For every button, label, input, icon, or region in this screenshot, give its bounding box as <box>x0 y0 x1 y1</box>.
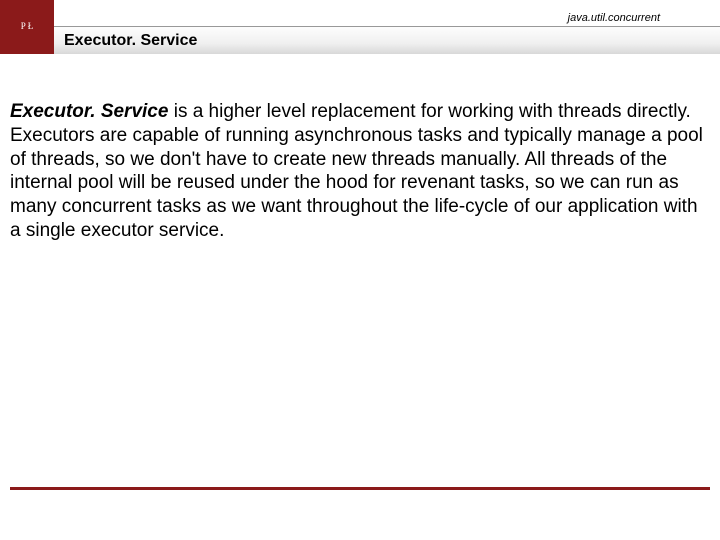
content-area: Executor. Service is a higher level repl… <box>10 100 710 243</box>
package-label: java.util.concurrent <box>568 12 660 24</box>
body-paragraph: Executor. Service is a higher level repl… <box>10 100 710 243</box>
title-bar: Executor. Service <box>54 26 720 54</box>
logo-text: P Ł <box>21 22 33 32</box>
footer-divider <box>10 487 710 490</box>
slide-title: Executor. Service <box>64 32 197 50</box>
institution-logo: P Ł <box>0 0 54 54</box>
lead-term: Executor. Service <box>10 101 168 122</box>
